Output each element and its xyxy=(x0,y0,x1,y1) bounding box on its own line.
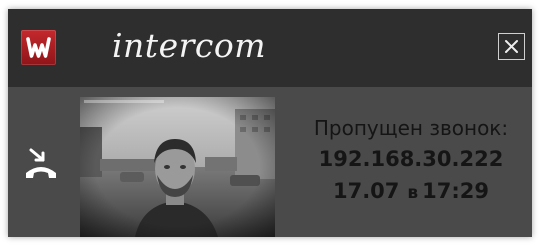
call-at-word: в xyxy=(407,183,419,203)
hangup-button[interactable] xyxy=(22,147,60,185)
call-time: 17:29 xyxy=(422,179,490,203)
call-datetime: 17.07 в 17:29 xyxy=(295,178,527,206)
call-date: 17.07 xyxy=(332,179,400,203)
call-info: Пропущен звонок: 192.168.30.222 17.07 в 17… xyxy=(295,115,527,206)
app-logo-icon xyxy=(21,30,56,65)
intercom-notification-window: intercom Пропущен звонок: 192.168.30.222… xyxy=(8,9,532,237)
window-title: intercom xyxy=(112,26,267,65)
title-bar: intercom xyxy=(8,9,532,87)
call-panel: Пропущен звонок: 192.168.30.222 17.07 в 17… xyxy=(8,87,532,237)
missed-call-label: Пропущен звонок: xyxy=(313,116,509,140)
camera-snapshot xyxy=(80,97,275,237)
phone-hangup-icon[interactable] xyxy=(22,147,60,185)
close-button[interactable] xyxy=(498,33,525,60)
close-icon[interactable] xyxy=(499,34,524,59)
caller-ip: 192.168.30.222 xyxy=(318,147,504,171)
